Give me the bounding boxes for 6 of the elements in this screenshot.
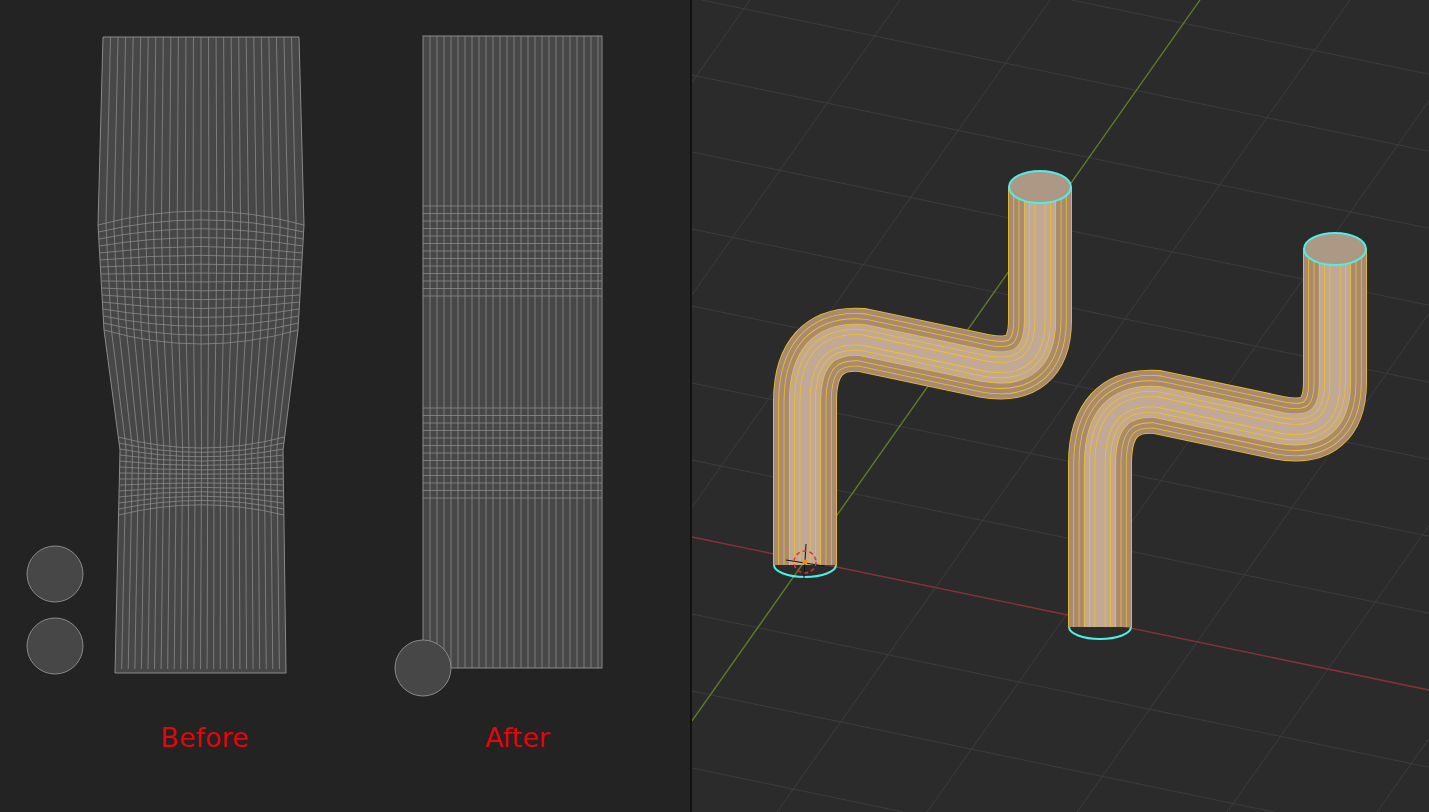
- uv-circle-drawing: [394, 639, 452, 697]
- caption-label: Before: [160, 722, 250, 755]
- 3d-cursor-icon: [785, 543, 825, 579]
- uv-circle-drawing: [26, 617, 84, 675]
- caption-label: After: [485, 722, 551, 755]
- uv-circle-drawing: [26, 545, 84, 603]
